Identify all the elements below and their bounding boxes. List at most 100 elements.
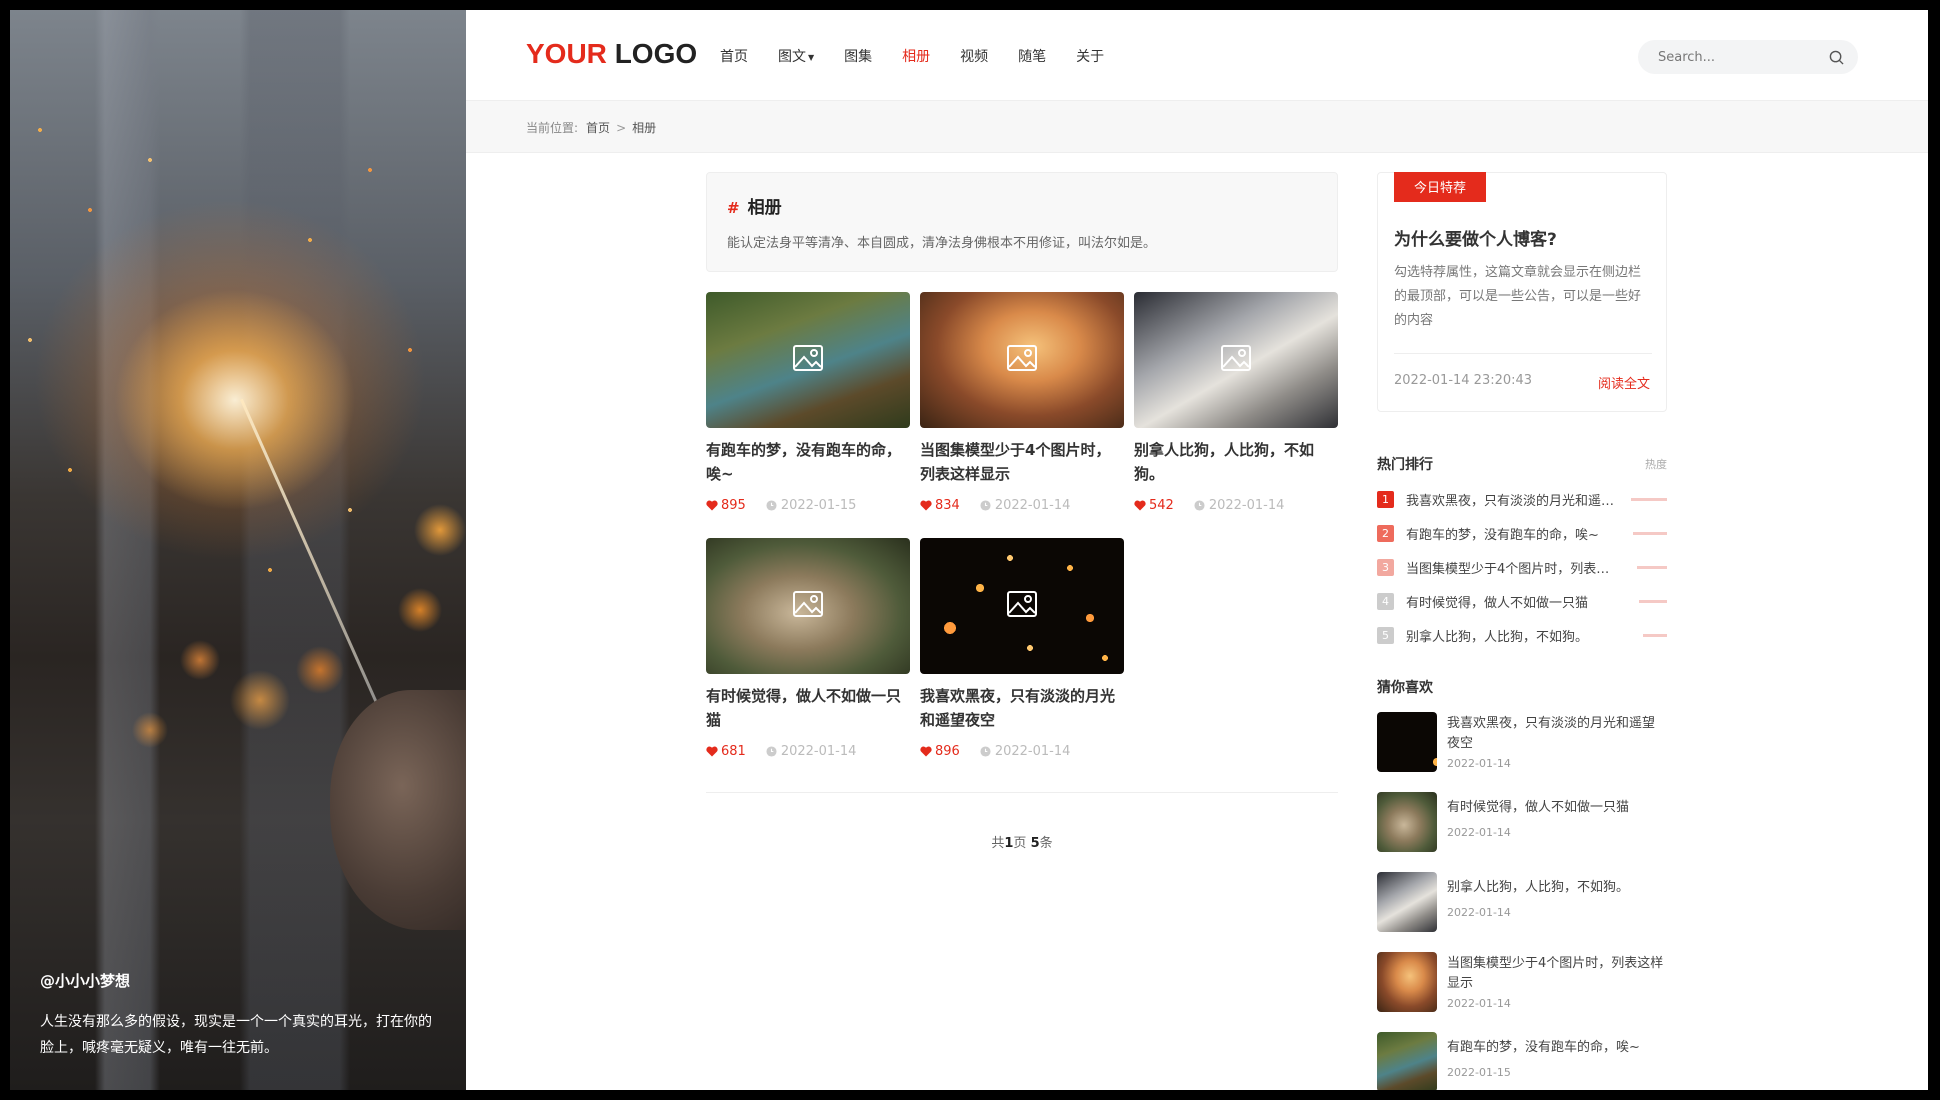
search-input[interactable] — [1638, 40, 1808, 74]
main-nav: 首页 图文 ▼ 图集 相册 视频 随笔 关于 — [720, 46, 1134, 66]
search-box — [1638, 40, 1858, 74]
card-date-text: 2022-01-14 — [994, 498, 1071, 513]
heat-bar — [1633, 532, 1667, 535]
card-thumbnail[interactable] — [706, 292, 910, 428]
heat-bar — [1643, 634, 1667, 637]
pagination-suffix: 条 — [1039, 836, 1053, 851]
hand-shape — [330, 690, 466, 930]
card-title[interactable]: 别拿人比狗，人比狗，不如狗。 — [1134, 438, 1338, 486]
nav-item-album[interactable]: 相册 — [902, 46, 930, 66]
album-card[interactable]: 我喜欢黑夜，只有淡淡的月光和遥望夜空 896 2022-01-14 — [920, 538, 1124, 759]
album-card[interactable]: 有跑车的梦，没有跑车的命，唉~ 895 2022-01-15 — [706, 292, 910, 513]
nav-item-home[interactable]: 首页 — [720, 46, 748, 66]
card-date: 2022-01-15 — [766, 498, 857, 513]
sparkler-sparks — [10, 90, 466, 650]
ranking-text[interactable]: 别拿人比狗，人比狗，不如狗。 — [1406, 626, 1616, 645]
recommend-title[interactable]: 有时候觉得，做人不如做一只猫 — [1447, 798, 1667, 818]
nav-item-gallery[interactable]: 图集 — [844, 46, 872, 66]
card-title[interactable]: 我喜欢黑夜，只有淡淡的月光和遥望夜空 — [920, 684, 1124, 732]
recommend-thumbnail[interactable] — [1377, 1032, 1437, 1090]
featured-badge: 今日特荐 — [1394, 172, 1487, 202]
pagination-mid: 页 — [1013, 836, 1027, 851]
recommend-date: 2022-01-14 — [1447, 757, 1511, 770]
heart-icon — [706, 500, 718, 511]
featured-card: 今日特荐 为什么要做个人博客? 勾选特荐属性，这篇文章就会显示在侧边栏的最顶部，… — [1377, 172, 1667, 412]
recommend-item[interactable]: 别拿人比狗，人比狗，不如狗。 2022-01-14 — [1377, 872, 1667, 932]
breadcrumb-current[interactable]: 相册 — [632, 119, 656, 136]
recommend-thumbnail[interactable] — [1377, 872, 1437, 932]
card-likes-count: 681 — [721, 744, 746, 759]
content-divider — [706, 792, 1338, 793]
logo-part1: YOUR — [526, 38, 607, 69]
category-description: 能认定法身平等清净、本自圆成，清净法身佛根本不用修证，叫法尔如是。 — [727, 236, 1157, 251]
card-meta: 542 2022-01-14 — [1134, 498, 1338, 513]
ranking-text[interactable]: 我喜欢黑夜，只有淡淡的月光和遥望夜空 — [1406, 490, 1616, 509]
recommend-item[interactable]: 有跑车的梦，没有跑车的命，唉~ 2022-01-15 — [1377, 1032, 1667, 1090]
ranking-item[interactable]: 3 当图集模型少于4个图片时，列表这样显示 — [1377, 557, 1667, 577]
breadcrumb-home[interactable]: 首页 — [586, 119, 610, 136]
recommend-item[interactable]: 我喜欢黑夜，只有淡淡的月光和遥望夜空 2022-01-14 — [1377, 712, 1667, 772]
read-more-link[interactable]: 阅读全文 — [1598, 373, 1650, 392]
card-likes: 834 — [920, 498, 960, 513]
nav-item-notes[interactable]: 随笔 — [1018, 46, 1046, 66]
recommend-thumbnail[interactable] — [1377, 952, 1437, 1012]
logo-part2: LOGO — [614, 38, 698, 69]
hero-image-panel: @小小小梦想 人生没有那么多的假设，现实是一个一个真实的耳光，打在你的脸上，喊疼… — [10, 10, 466, 1090]
recommend-thumbnail[interactable] — [1377, 792, 1437, 852]
card-title[interactable]: 当图集模型少于4个图片时，列表这样显示 — [920, 438, 1124, 486]
ranking-text[interactable]: 当图集模型少于4个图片时，列表这样显示 — [1406, 558, 1616, 577]
card-title[interactable]: 有时候觉得，做人不如做一只猫 — [706, 684, 910, 732]
heart-icon — [920, 746, 932, 757]
featured-title[interactable]: 为什么要做个人博客? — [1394, 225, 1557, 250]
ranking-number: 2 — [1377, 524, 1394, 542]
recommend-title[interactable]: 当图集模型少于4个图片时，列表这样显示 — [1447, 954, 1667, 994]
ranking-number: 3 — [1377, 558, 1394, 576]
recommend-title[interactable]: 别拿人比狗，人比狗，不如狗。 — [1447, 878, 1667, 898]
recommend-item[interactable]: 有时候觉得，做人不如做一只猫 2022-01-14 — [1377, 792, 1667, 852]
card-meta: 834 2022-01-14 — [920, 498, 1124, 513]
card-date-text: 2022-01-14 — [1208, 498, 1285, 513]
clock-icon — [766, 746, 777, 757]
nav-item-about[interactable]: 关于 — [1076, 46, 1104, 66]
featured-divider — [1394, 353, 1652, 354]
recommend-thumbnail[interactable] — [1377, 712, 1437, 772]
breadcrumb-bar: 当前位置: 首页 > 相册 — [466, 101, 1928, 153]
ranking-text[interactable]: 有跑车的梦，没有跑车的命，唉~ — [1406, 524, 1616, 543]
ranking-item[interactable]: 2 有跑车的梦，没有跑车的命，唉~ — [1377, 523, 1667, 543]
heat-bar — [1637, 566, 1667, 569]
card-likes-count: 896 — [935, 744, 960, 759]
album-card[interactable]: 有时候觉得，做人不如做一只猫 681 2022-01-14 — [706, 538, 910, 759]
hot-ranking-title: 热门排行 — [1377, 457, 1433, 473]
search-icon[interactable] — [1829, 50, 1844, 65]
card-date: 2022-01-14 — [766, 744, 856, 759]
card-thumbnail[interactable] — [920, 292, 1124, 428]
hot-ranking-header: 热门排行 热度 — [1377, 454, 1667, 474]
image-icon — [793, 591, 823, 617]
card-thumbnail[interactable] — [1134, 292, 1338, 428]
image-icon — [1221, 345, 1251, 371]
ranking-item[interactable]: 4 有时候觉得，做人不如做一只猫 — [1377, 591, 1667, 611]
site-header: YOUR LOGO 首页 图文 ▼ 图集 相册 视频 随笔 关于 — [466, 10, 1928, 101]
recommend-title[interactable]: 有跑车的梦，没有跑车的命，唉~ — [1447, 1038, 1667, 1058]
pagination-prefix: 共 — [991, 836, 1005, 851]
card-likes-count: 542 — [1149, 498, 1174, 513]
site-logo[interactable]: YOUR LOGO — [526, 38, 697, 70]
card-thumbnail[interactable] — [920, 538, 1124, 674]
hero-quote: 人生没有那么多的假设，现实是一个一个真实的耳光，打在你的脸上，喊疼毫无疑义，唯有… — [40, 1014, 432, 1056]
album-card[interactable]: 当图集模型少于4个图片时，列表这样显示 834 2022-01-14 — [920, 292, 1124, 513]
nav-item-video[interactable]: 视频 — [960, 46, 988, 66]
heart-icon — [1134, 500, 1146, 511]
nav-item-articles[interactable]: 图文 ▼ — [778, 46, 814, 66]
recommend-item[interactable]: 当图集模型少于4个图片时，列表这样显示 2022-01-14 — [1377, 952, 1667, 1012]
card-thumbnail[interactable] — [706, 538, 910, 674]
recommend-title[interactable]: 我喜欢黑夜，只有淡淡的月光和遥望夜空 — [1447, 714, 1667, 754]
nav-item-articles-label: 图文 — [778, 49, 806, 65]
card-title[interactable]: 有跑车的梦，没有跑车的命，唉~ — [706, 438, 910, 486]
category-header: # 相册 能认定法身平等清净、本自圆成，清净法身佛根本不用修证，叫法尔如是。 — [706, 172, 1338, 272]
ranking-text[interactable]: 有时候觉得，做人不如做一只猫 — [1406, 592, 1616, 611]
card-date-text: 2022-01-15 — [780, 498, 857, 513]
album-card[interactable]: 别拿人比狗，人比狗，不如狗。 542 2022-01-14 — [1134, 292, 1338, 513]
ranking-item[interactable]: 5 别拿人比狗，人比狗，不如狗。 — [1377, 625, 1667, 645]
ranking-number: 4 — [1377, 592, 1394, 610]
ranking-item[interactable]: 1 我喜欢黑夜，只有淡淡的月光和遥望夜空 — [1377, 489, 1667, 509]
